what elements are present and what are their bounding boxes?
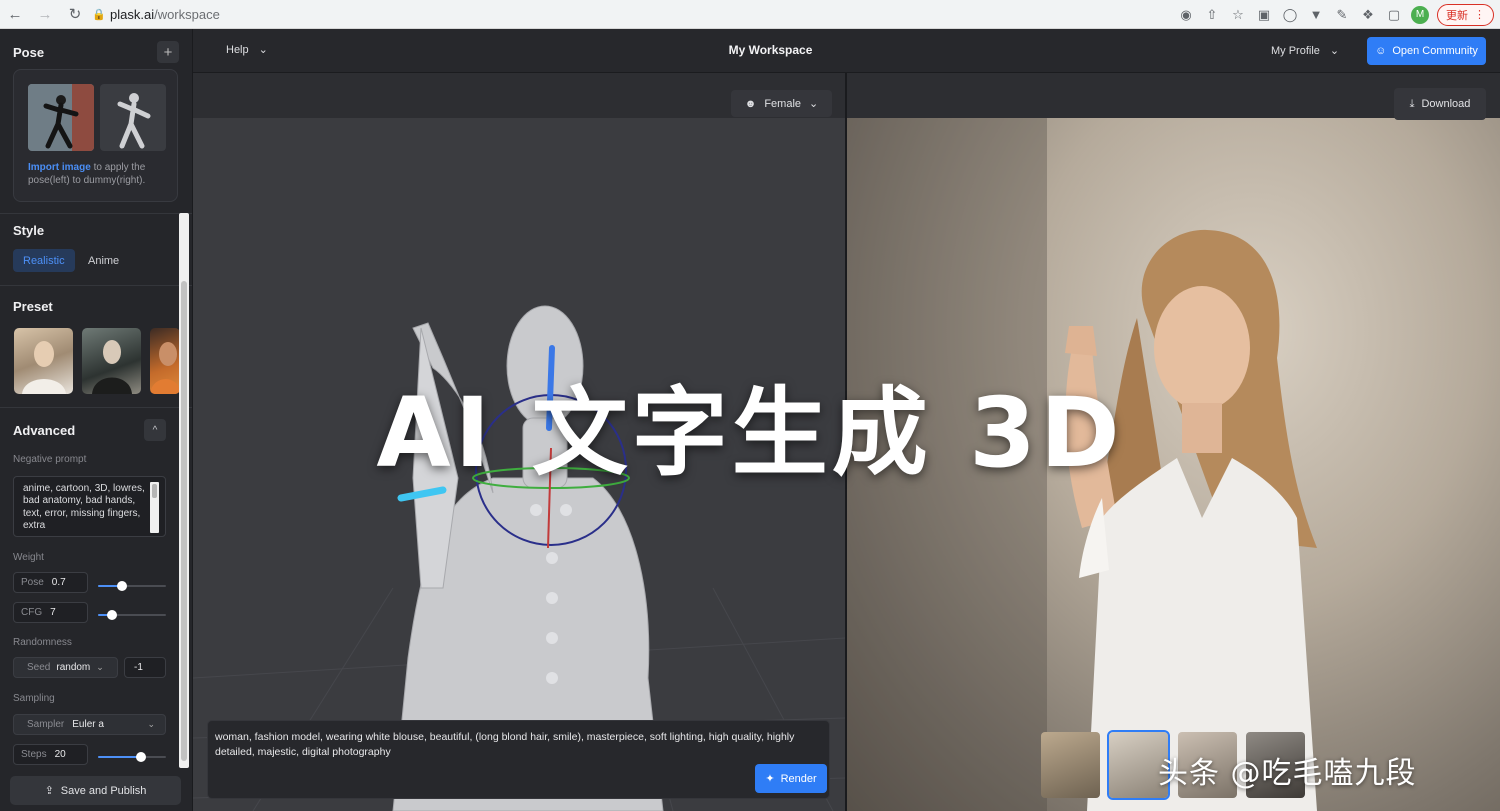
open-community-button[interactable]: ☺ Open Community [1367,37,1486,65]
result-thumbnail[interactable] [1041,732,1100,798]
slider-knob[interactable] [116,581,127,591]
page-title: My Workspace [728,43,813,57]
extension-s-icon[interactable]: ▣ [1251,0,1277,29]
download-button[interactable]: ⤓ Download [1394,88,1486,120]
extensions-bar: ◉ ⇧ ☆ ▣ ◯ ▼ ✎ ❖ ▢ M 更新 ⋮ [1173,0,1500,29]
person-icon: ☻ [744,97,757,110]
divider [0,285,192,286]
dummy-figure-icon [117,93,151,149]
prompt-text: woman, fashion model, wearing white blou… [215,731,795,758]
slider-knob[interactable] [135,752,146,762]
extension-globe-icon[interactable]: ◯ [1277,0,1303,29]
upload-icon: ⇪ [44,785,54,797]
style-title: Style [13,223,45,238]
pose-weight-slider[interactable] [98,581,166,591]
profile-menu[interactable]: My Profile ⌄ [1271,44,1340,58]
pose-source-image[interactable] [28,84,94,151]
chevron-down-icon: ⌄ [809,98,819,110]
style-option-anime[interactable]: Anime [78,249,129,272]
render-button[interactable]: ✦ Render [755,764,827,793]
more-icon: ⋮ [1474,9,1485,21]
download-icon: ⤓ [1409,97,1415,110]
weight-label: Weight [13,552,44,563]
seed-mode-select[interactable]: Seed random ⌄ [13,657,118,678]
sparkle-icon: ✦ [765,773,775,785]
add-pose-button[interactable]: + [157,41,179,63]
plus-icon: + [163,43,173,61]
prompt-input[interactable]: woman, fashion model, wearing white blou… [207,720,830,799]
save-and-publish-button[interactable]: ⇪ Save and Publish [10,776,181,805]
import-image-link[interactable]: Import image [28,162,91,173]
forward-icon[interactable]: → [30,0,60,29]
pose-hint: Import image to apply the pose(left) to … [28,162,146,186]
sampler-select[interactable]: Sampler Euler a ⌄ [13,714,166,735]
seed-value-input[interactable]: -1 [124,657,166,678]
chevron-down-icon: ⌄ [1329,45,1340,57]
extension-download-icon[interactable]: ▼ [1303,0,1329,29]
back-icon[interactable]: ← [0,0,30,29]
url-host: plask.ai [110,6,155,22]
chevron-down-icon: ⌄ [147,719,155,729]
browser-toolbar: ← → ↻ 🔒 plask.ai/workspace ◉ ⇧ ☆ ▣ ◯ ▼ ✎… [0,0,1500,29]
pose-weight-field[interactable]: Pose 0.7 [13,572,88,593]
chevron-down-icon: ⌄ [96,662,104,672]
lock-icon: 🔒 [92,8,106,21]
url-path: /workspace [154,6,220,22]
update-button[interactable]: 更新 ⋮ [1437,3,1494,26]
pose-header: Pose + [13,41,179,63]
share-icon[interactable]: ⇧ [1199,0,1225,29]
dancer-figure-icon [28,84,94,151]
community-icon: ☺ [1375,45,1387,57]
preset-title: Preset [13,299,53,314]
puzzle-icon[interactable]: ❖ [1355,0,1381,29]
pose-title: Pose [13,44,45,60]
divider [0,213,192,214]
randomness-label: Randomness [13,637,72,648]
steps-slider[interactable] [98,752,166,762]
sampling-label: Sampling [13,693,55,704]
extension-pen-icon[interactable]: ✎ [1329,0,1355,29]
watermark: 头条 @吃毛嗑九段 [1158,756,1417,791]
reload-icon[interactable]: ↻ [60,0,90,29]
pose-card: Import image to apply the pose(left) to … [13,69,178,202]
slider-knob[interactable] [106,610,117,620]
pose-dummy-image[interactable] [100,84,166,151]
gender-select[interactable]: ☻ Female ⌄ [731,90,832,117]
style-option-realistic[interactable]: Realistic [13,249,75,272]
address-bar[interactable]: 🔒 plask.ai/workspace [92,3,1152,25]
cfg-slider[interactable] [98,610,166,620]
translate-icon[interactable]: ◉ [1173,0,1199,29]
side-panel-icon[interactable]: ▢ [1381,0,1407,29]
workspace-topbar: Help ⌄ My Workspace My Profile ⌄ ☺ Open … [193,29,1500,73]
bookmark-star-icon[interactable]: ☆ [1225,0,1251,29]
overlay-title: AI 文字生成 3D [376,377,1124,489]
cfg-field[interactable]: CFG 7 [13,602,88,623]
steps-field[interactable]: Steps 20 [13,744,88,765]
profile-avatar[interactable]: M [1407,0,1433,29]
